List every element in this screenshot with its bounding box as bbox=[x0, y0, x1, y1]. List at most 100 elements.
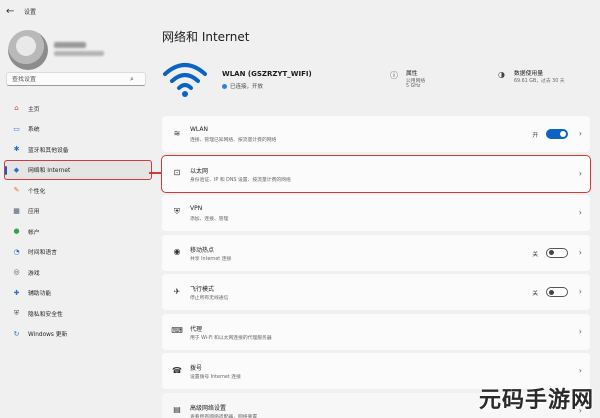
toggle-knob bbox=[549, 250, 554, 255]
row-title: 高级网络设置 bbox=[190, 404, 227, 412]
sidebar-item-label: 主页 bbox=[28, 106, 40, 113]
info-icon: ⓘ bbox=[390, 71, 398, 80]
search-icon: ⌕ bbox=[130, 74, 134, 83]
row-title: VPN bbox=[190, 205, 203, 212]
row-description: 身份验证、IP 和 DNS 设置、按流量计费的网络 bbox=[190, 177, 291, 183]
window-title: 设置 bbox=[24, 8, 37, 16]
network-name: WLAN (GSZRZYT_WIFI) bbox=[222, 70, 312, 78]
user-email-blurred bbox=[54, 51, 104, 56]
accessibility-icon: ✚ bbox=[13, 288, 20, 297]
globe-icon: ◔ bbox=[13, 247, 20, 256]
toggle-knob bbox=[560, 131, 566, 137]
row-title: 移动热点 bbox=[190, 246, 215, 254]
vpn-shield-icon: ⛨ bbox=[174, 207, 180, 216]
settings-row-hotspot[interactable]: ◉ 移动热点共享 Internet 连接 关 › bbox=[162, 234, 590, 271]
search-input[interactable] bbox=[12, 75, 130, 83]
row-description: 停止所有无线通信 bbox=[190, 296, 229, 301]
sidebar-item-label: Windows 更新 bbox=[28, 332, 68, 339]
connected-icon bbox=[222, 83, 227, 89]
sidebar-item-label: 辅助功能 bbox=[28, 291, 52, 298]
toggle-state-label: 关 bbox=[532, 251, 538, 258]
sidebar-item-label: 个性化 bbox=[28, 188, 46, 195]
network-summary: WLAN (GSZRZYT_WIFI) 已连接，开放 ⓘ 属性 公用网络 5 G… bbox=[162, 58, 598, 108]
hotspot-icon: ◉ bbox=[173, 247, 181, 256]
chevron-right-icon: › bbox=[578, 326, 582, 336]
chevron-right-icon: › bbox=[578, 208, 582, 217]
sidebar-item-label: 时间和语言 bbox=[28, 250, 57, 257]
properties-title: 属性 bbox=[406, 71, 418, 77]
toggle-state-label: 开 bbox=[532, 133, 538, 139]
row-description: 用于 Wi-Fi 和以太网连接的代理服务器 bbox=[190, 335, 272, 341]
row-description: 查看所有网络适配器，网络重置 bbox=[190, 414, 258, 418]
data-usage-line-1: 69.61 GB，过去 30 天 bbox=[514, 79, 565, 84]
settings-row-proxy[interactable]: ⌨ 代理用于 Wi-Fi 和以太网连接的代理服务器 › bbox=[162, 313, 590, 350]
sidebar-item-bluetooth[interactable]: ✱ 蓝牙和其他设备 bbox=[4, 139, 152, 160]
user-name-blurred bbox=[54, 42, 86, 48]
properties-link[interactable]: ⓘ 属性 公用网络 5 GHz bbox=[390, 66, 480, 96]
brush-icon: ✎ bbox=[13, 186, 20, 195]
gamepad-icon: ◎ bbox=[13, 268, 20, 277]
shield-icon: ⛨ bbox=[13, 308, 20, 317]
sidebar-item-label: 游戏 bbox=[28, 270, 40, 277]
toggle-switch[interactable] bbox=[546, 247, 568, 258]
settings-list: ≋ WLAN 连接、管理已知网络、按流量计费的网络 开 › ⊡ 以太网 身份验证、IP 和 D… bbox=[161, 116, 591, 418]
sidebar: ⌕ ⌂ 主页 ▭ 系统 ✱ 蓝牙和其他设备 ◆ 网络和 Internet ✎ 个性化 ▦ 应用 ● 帐户 ◔… bbox=[0, 22, 155, 418]
row-title: 飞行模式 bbox=[190, 286, 215, 293]
sidebar-item-label: 应用 bbox=[28, 209, 40, 216]
sidebar-item-monitor[interactable]: ▭ 系统 bbox=[4, 119, 152, 140]
toggle-knob bbox=[549, 289, 554, 295]
data-usage-title: 数据使用量 bbox=[514, 71, 543, 77]
settings-window: ← 设置 ⌕ ⌂ 主页 ▭ 系统 ✱ 蓝牙和其他设备 ◆ 网络和 Internet ✎ 个性化 ▦ 应… bbox=[0, 0, 600, 418]
sidebar-item-gamepad[interactable]: ◎ 游戏 bbox=[4, 262, 152, 283]
settings-row-wifi[interactable]: ≋ WLAN 连接、管理已知网络、按流量计费的网络 开 › bbox=[162, 116, 590, 152]
proxy-icon: ⌨ bbox=[171, 326, 183, 335]
chevron-right-icon: › bbox=[578, 168, 582, 178]
bluetooth-icon: ✱ bbox=[13, 145, 20, 154]
search-box[interactable]: ⌕ bbox=[6, 72, 146, 86]
update-icon: ↻ bbox=[13, 329, 20, 338]
network-status: 已连接，开放 bbox=[222, 82, 263, 90]
server-icon: ▤ bbox=[173, 405, 181, 414]
back-arrow-icon[interactable]: ← bbox=[6, 6, 20, 17]
toggle-switch[interactable] bbox=[546, 129, 568, 139]
sidebar-item-network[interactable]: ◆ 网络和 Internet bbox=[4, 159, 152, 180]
chevron-right-icon: › bbox=[578, 247, 582, 257]
airplane-icon: ✈ bbox=[173, 286, 181, 296]
row-description: 共享 Internet 连接 bbox=[190, 256, 232, 262]
avatar bbox=[8, 30, 48, 70]
wifi-icon: ≋ bbox=[173, 128, 181, 138]
sidebar-item-shield[interactable]: ⛨ 隐私和安全性 bbox=[4, 303, 152, 324]
row-title: 以太网 bbox=[190, 167, 209, 175]
chevron-right-icon: › bbox=[578, 287, 582, 296]
row-title: WLAN bbox=[190, 126, 209, 133]
sidebar-item-label: 网络和 Internet bbox=[28, 168, 71, 175]
sidebar-item-label: 帐户 bbox=[28, 229, 40, 236]
data-usage-icon: ◑ bbox=[498, 70, 505, 79]
row-description: 添加、连接、管理 bbox=[190, 217, 229, 222]
sidebar-item-label: 隐私和安全性 bbox=[28, 311, 63, 318]
person-icon: ● bbox=[13, 227, 20, 236]
title-bar: ← 设置 bbox=[0, 0, 600, 22]
toggle-switch[interactable] bbox=[546, 287, 568, 297]
sidebar-item-globe[interactable]: ◔ 时间和语言 bbox=[4, 242, 152, 263]
sidebar-item-apps[interactable]: ▦ 应用 bbox=[4, 201, 152, 222]
settings-row-ethernet[interactable]: ⊡ 以太网 身份验证、IP 和 DNS 设置、按流量计费的网络 › bbox=[161, 154, 591, 193]
sidebar-item-home[interactable]: ⌂ 主页 bbox=[4, 98, 152, 119]
sidebar-item-update[interactable]: ↻ Windows 更新 bbox=[4, 324, 152, 345]
row-title: 代理 bbox=[190, 325, 203, 333]
dialup-icon: ☎ bbox=[172, 365, 182, 375]
monitor-icon: ▭ bbox=[13, 124, 20, 133]
sidebar-item-person[interactable]: ● 帐户 bbox=[4, 221, 152, 242]
main-content: 网络和 Internet WLAN (GSZRZYT_WIFI) 已连接，开放 … bbox=[158, 22, 600, 418]
settings-row-airplane[interactable]: ✈ 飞行模式 停止所有无线通信 关 › bbox=[162, 274, 590, 310]
data-usage-link[interactable]: ◑ 数据使用量 69.61 GB，过去 30 天 bbox=[498, 66, 598, 96]
row-title: 拨号 bbox=[190, 365, 203, 372]
watermark-logo: 元码手游网 bbox=[478, 388, 594, 413]
sidebar-item-brush[interactable]: ✎ 个性化 bbox=[4, 180, 152, 201]
properties-line-2: 5 GHz bbox=[406, 84, 421, 89]
row-description: 设置拨号 Internet 连接 bbox=[190, 375, 241, 380]
settings-row-vpn-shield[interactable]: ⛨ VPN 添加、连接、管理 › bbox=[162, 195, 590, 231]
sidebar-item-accessibility[interactable]: ✚ 辅助功能 bbox=[4, 283, 152, 304]
network-status-text: 已连接，开放 bbox=[230, 84, 264, 90]
chevron-right-icon: › bbox=[578, 129, 582, 138]
